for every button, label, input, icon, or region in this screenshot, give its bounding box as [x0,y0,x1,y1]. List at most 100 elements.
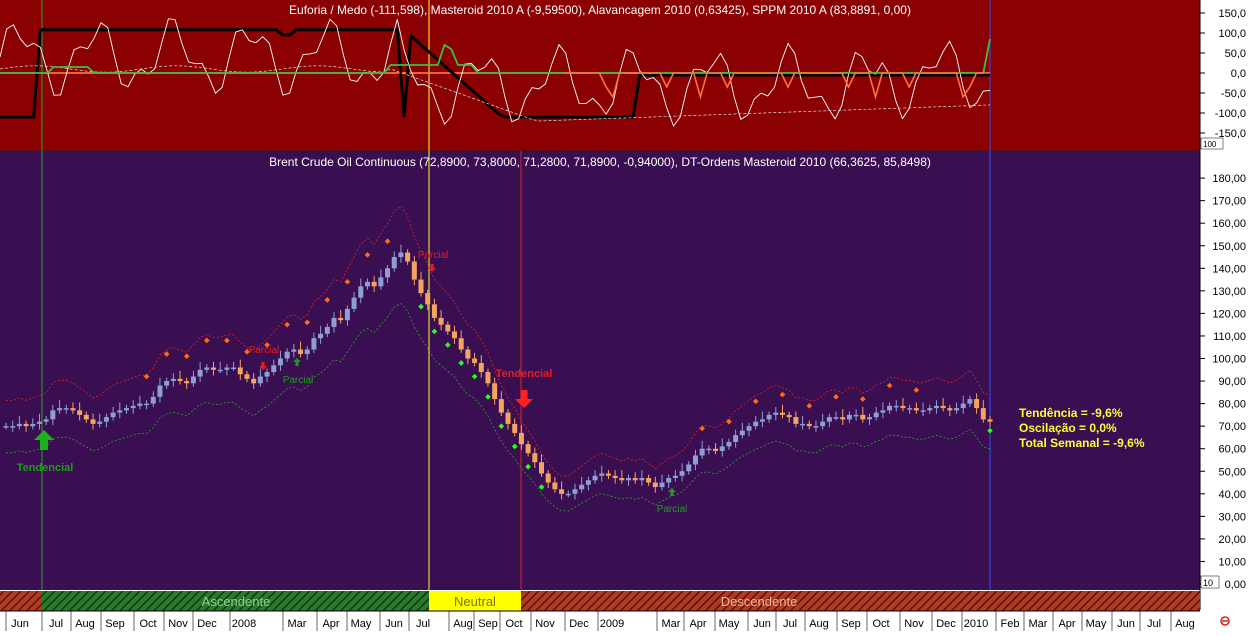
candle-body [137,403,143,406]
annotation-label: Parcial [283,375,314,386]
x-axis-label: Nov [535,618,555,630]
annotation-label: Tendencial [17,462,74,474]
candle-body [43,419,49,422]
candle-body [338,317,344,321]
chart-window: Tendencial Parcial Parcial Parcial Tendencia… [0,0,1250,631]
candle-body [900,405,906,409]
candle-body [50,410,56,420]
candle-body [652,482,658,488]
price-y-tick-label: 80,00 [1218,399,1246,411]
candle-body [391,257,397,269]
candle-body [599,473,605,476]
price-y-tick-label: 50,00 [1218,466,1246,478]
candle-body [498,399,504,413]
candle-body [30,423,36,427]
candle-body [385,268,391,278]
candle-body [57,408,63,411]
candle-body [632,478,638,481]
candle-body [130,405,136,409]
annotation-label: Parcial [249,345,280,356]
candle-body [793,417,799,424]
price-y-tick-label: 160,00 [1212,218,1246,230]
candle-body [16,423,22,427]
candle-body [418,279,424,294]
x-axis-label: Jul [1147,618,1161,630]
candle-body [853,414,859,417]
candle-body [438,317,444,325]
candle-body [164,381,170,386]
price-y-tick-label: 140,00 [1212,263,1246,275]
indicator-y-tick-label: -100,0 [1215,108,1246,120]
status-total: Total Semanal = -9,6% [1019,436,1145,450]
annotation-label: Parcial [418,250,449,261]
price-y-tick-label: 70,00 [1218,421,1246,433]
candle-body [733,435,739,442]
candle-body [987,419,993,422]
candle-body [980,408,986,420]
candle-body [425,293,431,305]
candle-body [123,408,129,411]
candle-body [36,421,42,424]
candle-body [592,475,598,481]
status-summary: Tendência = -9,6% Oscilação = 0,0% Total… [1019,406,1145,451]
candle-body [773,412,779,415]
x-axis-label: Jul [783,618,797,630]
candle-body [672,475,678,479]
regime-bar-pre [0,591,42,611]
price-y-tick-label: 150,00 [1212,241,1246,253]
candle-body [251,378,257,384]
candle-body [197,369,203,377]
candle-body [893,405,899,408]
candle-body [211,367,217,370]
x-axis-label: 2010 [964,618,988,630]
candle-body [779,412,785,415]
candle-body [626,478,632,481]
candle-body [719,446,725,451]
candle-body [974,399,980,409]
candle-body [512,423,518,433]
candle-body [646,478,652,483]
candle-body [933,405,939,409]
candle-body [786,414,792,418]
regime-label-neutral: Neutral [454,594,496,609]
candle-body [465,349,471,359]
x-axis-label: Sep [478,618,498,630]
candle-body [70,408,76,411]
candle-body [10,426,16,428]
indicator-panel-title: Euforia / Medo (-111,598), Masteroid 201… [289,3,911,17]
x-axis-label: Mar [1029,618,1048,630]
price-y-tick-label: 130,00 [1212,286,1246,298]
candle-body [525,444,531,454]
x-axis-label: Apr [1058,618,1075,630]
candle-body [431,304,437,318]
candle-body [492,383,498,400]
candle-body [726,441,732,447]
candle-body [478,363,484,373]
candle-body [170,378,176,382]
candle-body [90,419,96,424]
candle-body [639,478,645,481]
candle-body [659,482,665,488]
candle-body [766,414,772,420]
candle-body [813,426,819,428]
candle-body [451,331,457,339]
x-axis-label: Aug [453,618,473,630]
candle-body [619,478,625,481]
candle-body [518,432,524,445]
candle-body [331,317,337,327]
candle-body [184,381,190,384]
x-axis-label: Dec [197,618,217,630]
candle-body [913,408,919,411]
candle-body [358,286,364,298]
price-y-tick-label: 180,00 [1212,173,1246,185]
indicator-y-tick-label: 150,0 [1218,8,1246,20]
x-axis-label: Aug [75,618,95,630]
indicator-y-tick-label: 100,0 [1218,28,1246,40]
x-axis-label: Nov [168,618,188,630]
candle-body [177,378,183,382]
candle-body [97,421,103,424]
candle-body [759,419,765,422]
x-axis-label: Nov [904,618,924,630]
candle-body [264,372,270,377]
price-y-tick-label: 110,00 [1213,331,1246,343]
